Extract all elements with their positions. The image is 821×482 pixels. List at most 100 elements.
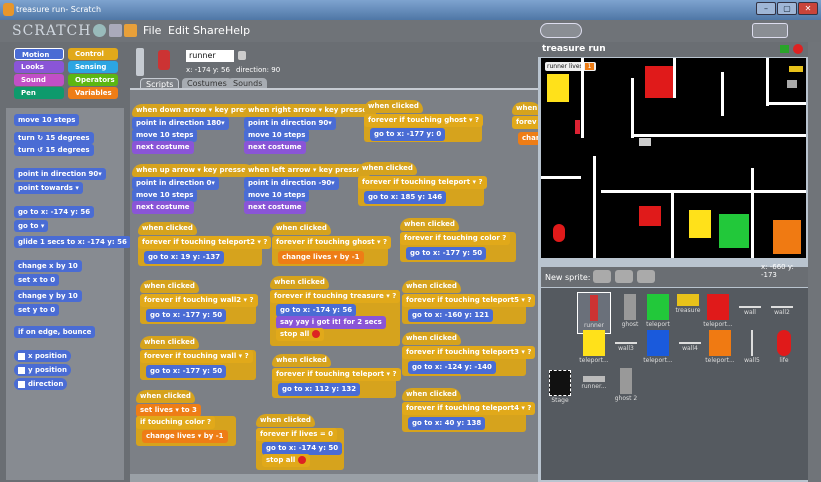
- palette-change-x-block[interactable]: change x by 10: [14, 260, 82, 272]
- next-costume-block[interactable]: next costume: [132, 141, 194, 154]
- forever-if-block[interactable]: forever if touching teleport ▾ ?: [358, 176, 487, 189]
- palette-point-direction-block[interactable]: point in direction 90▾: [14, 168, 106, 180]
- when-flag-clicked-hat[interactable]: when clicked: [402, 332, 461, 345]
- category-motion[interactable]: Motion: [14, 48, 64, 60]
- when-flag-clicked-hat[interactable]: when clicked: [272, 222, 331, 235]
- go-to-xy-block[interactable]: go to x: -177 y: 50: [146, 365, 227, 378]
- menu-help[interactable]: Help: [225, 24, 250, 37]
- when-flag-clicked-hat[interactable]: when clicked: [402, 280, 461, 293]
- when-flag-clicked-hat[interactable]: when: [512, 102, 538, 115]
- when-flag-clicked-hat[interactable]: when clicked: [402, 388, 461, 401]
- minimize-button[interactable]: –: [756, 2, 776, 15]
- choose-sprite-button[interactable]: [615, 270, 633, 283]
- sprite-wall4[interactable]: wall4: [673, 328, 707, 370]
- scripts-scrollbar[interactable]: [130, 474, 538, 482]
- when-flag-clicked-hat[interactable]: when clicked: [272, 354, 331, 367]
- change-variable-block[interactable]: chan: [518, 132, 538, 145]
- go-to-xy-block[interactable]: go to x: -177 y: 50: [406, 247, 487, 260]
- palette-direction-reporter[interactable]: direction: [14, 378, 68, 390]
- checkbox[interactable]: [18, 380, 25, 388]
- sprite-wall3[interactable]: wall3: [609, 328, 643, 370]
- go-to-xy-block[interactable]: go to x: 185 y: 146: [364, 191, 447, 204]
- palette-turn-right-block[interactable]: turn ↻ 15 degrees: [14, 132, 94, 144]
- rotation-style-buttons[interactable]: [136, 48, 144, 76]
- paint-sprite-button[interactable]: [593, 270, 611, 283]
- maximize-button[interactable]: ▢: [777, 2, 797, 15]
- when-flag-clicked-hat[interactable]: when clicked: [364, 100, 423, 113]
- menu-share[interactable]: Share: [193, 24, 225, 37]
- forever-if-block[interactable]: forever if touching treasure ▾ ?: [270, 290, 401, 303]
- go-to-xy-block[interactable]: go to x: -124 y: -140: [408, 361, 496, 374]
- go-to-xy-block[interactable]: go to x: 112 y: 132: [278, 383, 361, 396]
- palette-glide-block[interactable]: glide 1 secs to x: -174 y: 56: [14, 236, 131, 248]
- forever-if-block[interactable]: forever if lives = 0: [256, 428, 338, 441]
- forever-if-block[interactable]: forever if touching wall2 ▾ ?: [140, 294, 258, 307]
- when-flag-clicked-hat[interactable]: when clicked: [270, 276, 329, 289]
- stop-all-block[interactable]: stop all: [276, 328, 324, 341]
- sprite-teleport-blue[interactable]: teleport...: [641, 328, 675, 370]
- palette-change-y-block[interactable]: change y by 10: [14, 290, 82, 302]
- stop-all-block[interactable]: stop all: [262, 454, 310, 467]
- stage-mode-buttons[interactable]: [752, 23, 788, 38]
- change-variable-block[interactable]: change lives ▾ by -1: [142, 430, 228, 443]
- sprite-name-field[interactable]: runner: [186, 50, 234, 62]
- when-flag-clicked-hat[interactable]: when clicked: [140, 280, 199, 293]
- save-icon[interactable]: [109, 24, 122, 37]
- globe-icon[interactable]: [93, 24, 106, 37]
- palette-bounce-block[interactable]: if on edge, bounce: [14, 326, 96, 338]
- right-scrollbar[interactable]: [808, 42, 821, 482]
- stage-canvas[interactable]: runner lives 1: [541, 58, 806, 258]
- category-sensing[interactable]: Sensing: [68, 61, 118, 73]
- palette-x-position-reporter[interactable]: x position: [14, 350, 71, 362]
- close-button[interactable]: ✕: [798, 2, 818, 15]
- go-to-xy-block[interactable]: go to x: -177 y: 50: [146, 309, 227, 322]
- category-variables[interactable]: Variables: [68, 87, 118, 99]
- go-to-xy-block[interactable]: go to x: 19 y: -137: [144, 251, 225, 264]
- palette-go-to-xy-block[interactable]: go to x: -174 y: 56: [14, 206, 95, 218]
- sprite-teleport-orange[interactable]: teleport...: [703, 328, 737, 370]
- stage-thumbnail[interactable]: Stage: [543, 368, 577, 410]
- category-sound[interactable]: Sound: [14, 74, 64, 86]
- next-costume-block[interactable]: next costume: [244, 201, 306, 214]
- share-icon[interactable]: [124, 24, 137, 37]
- go-to-xy-block[interactable]: go to x: 40 y: 138: [408, 417, 486, 430]
- forever-if-block[interactable]: forever if touching ghost ▾ ?: [364, 114, 484, 127]
- category-control[interactable]: Control: [68, 48, 118, 60]
- palette-move-block[interactable]: move 10 steps: [14, 114, 80, 126]
- palette-y-position-reporter[interactable]: y position: [14, 364, 71, 376]
- when-flag-clicked-hat[interactable]: when clicked: [138, 222, 197, 235]
- stage-tools[interactable]: [540, 23, 582, 38]
- stop-button[interactable]: [793, 44, 803, 54]
- sprite-teleport-yellow[interactable]: teleport...: [577, 328, 611, 370]
- when-flag-clicked-hat[interactable]: when clicked: [140, 336, 199, 349]
- sprite-wall5[interactable]: wall5: [735, 328, 769, 370]
- palette-set-y-block[interactable]: set y to 0: [14, 304, 60, 316]
- go-to-xy-block[interactable]: go to x: -160 y: 121: [408, 309, 493, 322]
- go-to-xy-block[interactable]: go to x: -177 y: 0: [370, 128, 446, 141]
- forever-if-block[interactable]: forever if touching teleport2 ▾ ?: [138, 236, 272, 249]
- when-flag-clicked-hat[interactable]: when clicked: [358, 162, 417, 175]
- forever-if-block[interactable]: forever if touching teleport3 ▾ ?: [402, 346, 536, 359]
- checkbox[interactable]: [18, 352, 25, 360]
- when-flag-clicked-hat[interactable]: when clicked: [136, 390, 195, 403]
- scripts-area[interactable]: when down arrow ▾ key pressed point in d…: [130, 88, 538, 482]
- lock-icon[interactable]: [238, 51, 246, 60]
- sprite-life[interactable]: life: [767, 328, 801, 370]
- forever-if-block[interactable]: forever if touching color ?: [400, 232, 511, 245]
- sprite-runner-copy[interactable]: runner...: [577, 366, 611, 408]
- category-looks[interactable]: Looks: [14, 61, 64, 73]
- checkbox[interactable]: [18, 366, 25, 374]
- palette-point-towards-block[interactable]: point towards ▾: [14, 182, 83, 194]
- green-flag-button[interactable]: [780, 45, 789, 53]
- when-flag-clicked-hat[interactable]: when clicked: [256, 414, 315, 427]
- category-pen[interactable]: Pen: [14, 87, 64, 99]
- when-key-pressed-hat[interactable]: when left arrow ▾ key pressed: [244, 164, 371, 177]
- forever-if-block[interactable]: forever if touching ghost ▾ ?: [272, 236, 392, 249]
- menu-edit[interactable]: Edit: [168, 24, 189, 37]
- forever-if-block[interactable]: forever if touching teleport5 ▾ ?: [402, 294, 536, 307]
- palette-turn-left-block[interactable]: turn ↺ 15 degrees: [14, 144, 94, 156]
- next-costume-block[interactable]: next costume: [244, 141, 306, 154]
- if-block[interactable]: if touching color ?: [136, 416, 216, 429]
- forever-if-block[interactable]: forever if touching teleport ▾ ?: [272, 368, 401, 381]
- random-sprite-button[interactable]: [637, 270, 655, 283]
